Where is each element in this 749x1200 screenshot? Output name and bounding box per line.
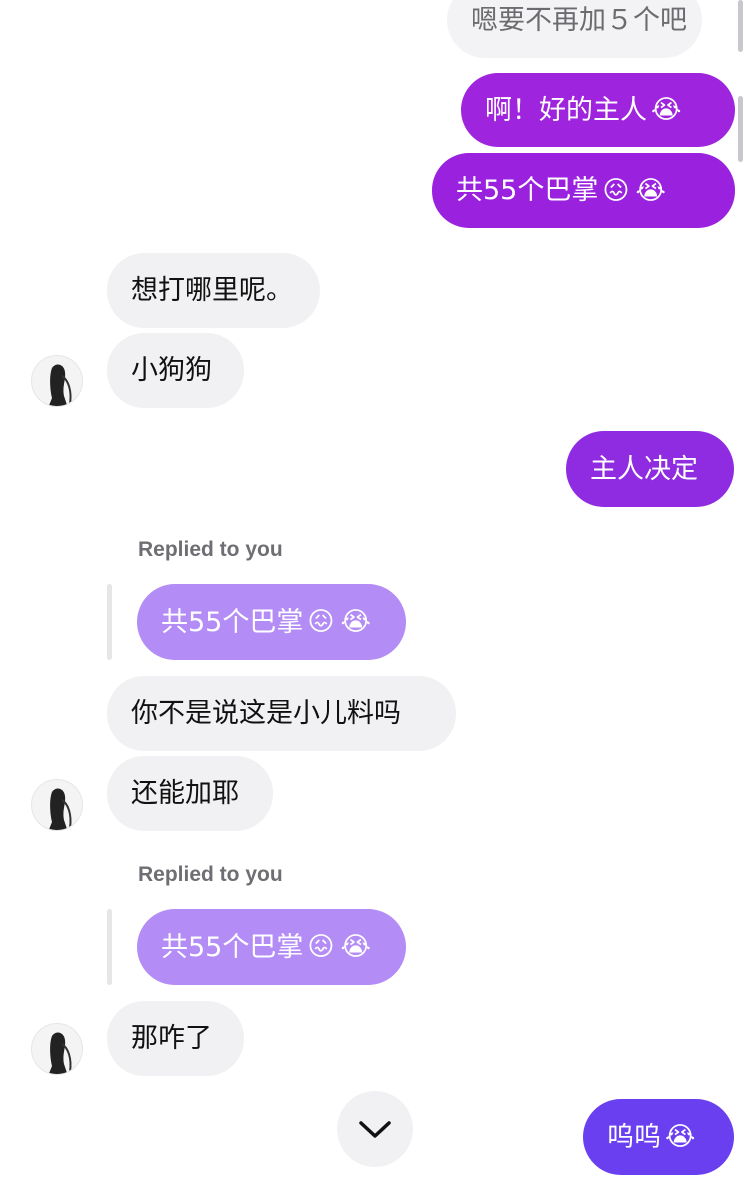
quoted-text: 共55个巴掌 — [161, 606, 304, 638]
message-text: 主人决定 — [590, 453, 698, 485]
quoted-text: 共55个巴掌 — [161, 931, 304, 963]
scrollbar-thumb[interactable] — [738, 96, 743, 162]
crying-emoji-icon: 😭 — [635, 175, 666, 206]
reply-label: Replied to you — [138, 538, 283, 561]
message-text: 还能加耶 — [131, 778, 239, 809]
message-bubble-outgoing[interactable]: 呜呜 😭 — [583, 1099, 734, 1175]
message-bubble-outgoing[interactable]: 共55个巴掌 😖 😭 — [432, 153, 735, 228]
avatar[interactable] — [31, 1023, 83, 1075]
avatar-image — [48, 788, 72, 830]
quoted-message[interactable]: 共55个巴掌 😖 😭 — [137, 584, 406, 660]
chevron-down-icon — [359, 1121, 391, 1138]
message-bubble-incoming[interactable]: 你不是说这是小儿料吗 — [107, 676, 456, 751]
message-text: 嗯要不再加５个吧 — [471, 4, 687, 36]
message-bubble-incoming[interactable]: 还能加耶 — [107, 756, 273, 831]
confounded-emoji-icon: 😖 — [307, 607, 335, 637]
crying-emoji-icon: 😭 — [340, 932, 371, 962]
message-text: 你不是说这是小儿料吗 — [131, 698, 401, 729]
reply-label: Replied to you — [138, 863, 283, 886]
avatar-image — [48, 364, 72, 406]
confounded-emoji-icon: 😖 — [307, 932, 335, 962]
scrollbar-top[interactable] — [738, 0, 743, 52]
avatar[interactable] — [31, 355, 83, 407]
message-bubble-outgoing[interactable]: 嗯要不再加５个吧 — [447, 0, 702, 58]
crying-emoji-icon: 😭 — [665, 1122, 696, 1152]
confounded-emoji-icon: 😖 — [602, 175, 630, 206]
message-text: 那咋了 — [131, 1023, 212, 1054]
scroll-to-bottom-button[interactable] — [337, 1091, 413, 1167]
message-text: 共55个巴掌 — [456, 175, 599, 206]
message-bubble-outgoing[interactable]: 主人决定 — [566, 431, 734, 507]
quote-bar — [107, 584, 112, 660]
crying-emoji-icon: 😭 — [651, 95, 682, 125]
avatar[interactable] — [31, 779, 83, 831]
message-bubble-outgoing[interactable]: 啊！好的主人 😭 — [461, 73, 735, 147]
crying-emoji-icon: 😭 — [340, 607, 371, 637]
avatar-image — [48, 1032, 72, 1074]
message-text: 啊！好的主人 — [485, 94, 647, 126]
quote-bar — [107, 909, 112, 985]
message-text: 想打哪里呢。 — [131, 275, 293, 306]
message-text: 呜呜 — [607, 1121, 661, 1153]
message-bubble-incoming[interactable]: 想打哪里呢。 — [107, 253, 320, 328]
quoted-message[interactable]: 共55个巴掌 😖 😭 — [137, 909, 406, 985]
message-bubble-incoming[interactable]: 那咋了 — [107, 1001, 244, 1076]
message-text: 小狗狗 — [131, 355, 212, 386]
message-bubble-incoming[interactable]: 小狗狗 — [107, 333, 244, 408]
